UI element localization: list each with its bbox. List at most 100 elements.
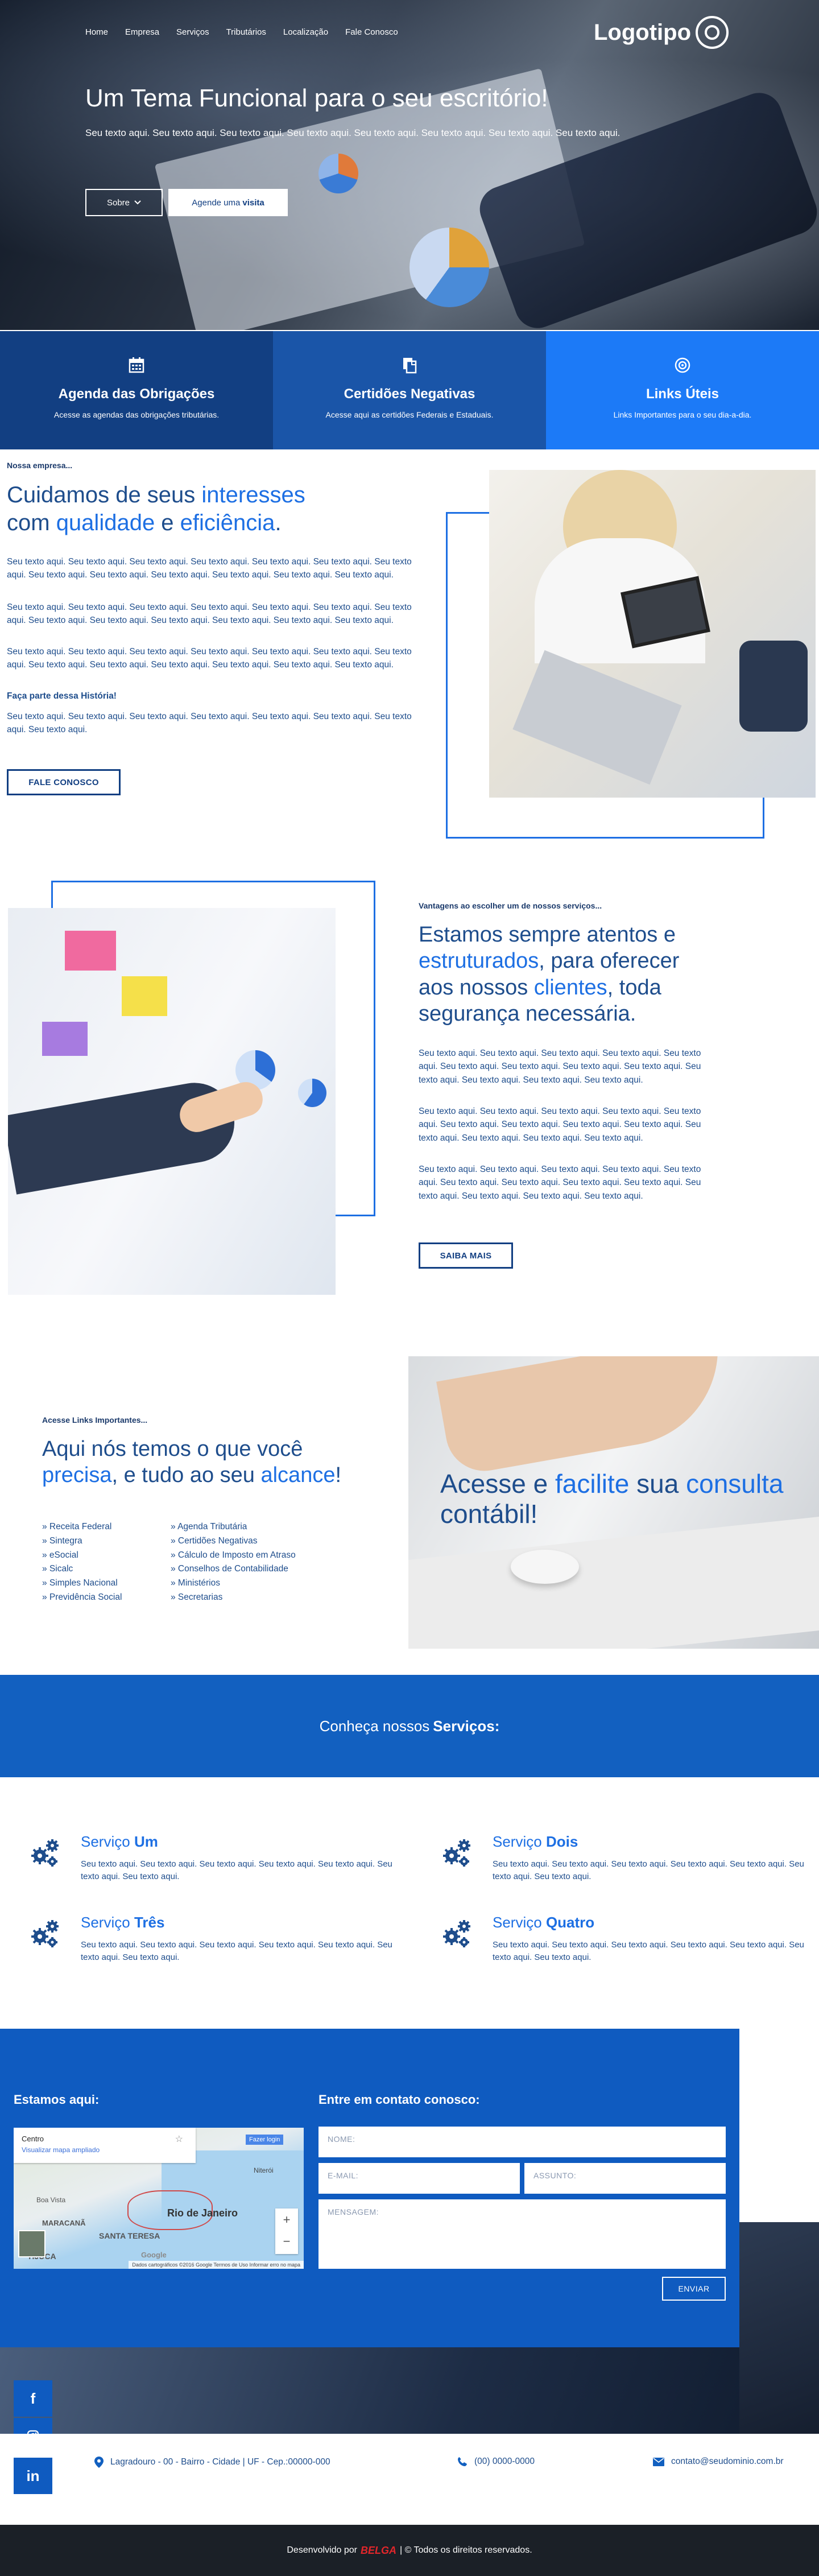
gears-icon	[443, 1839, 470, 1867]
link-agenda-tributaria[interactable]: » Agenda Tributária	[171, 1522, 247, 1531]
photo-mouse-shape	[511, 1550, 579, 1584]
saiba-mais-button[interactable]: SAIBA MAIS	[419, 1242, 513, 1269]
heading-part: Cuidamos de seus	[7, 482, 202, 507]
chevron-down-icon	[134, 200, 141, 205]
nav-servicos[interactable]: Serviços	[176, 27, 209, 37]
service-name: Um	[134, 1833, 158, 1850]
heading-part: .	[275, 510, 282, 535]
service-text: Seu texto aqui. Seu texto aqui. Seu text…	[493, 1940, 804, 1962]
subject-field[interactable]: ASSUNTO:	[524, 2163, 726, 2194]
address-text: Lagradouro - 00 - Bairro - Cidade | UF -…	[110, 2457, 330, 2467]
links-kicker: Acesse Links Importantes...	[42, 1415, 148, 1425]
footer-address: Lagradouro - 00 - Bairro - Cidade | UF -…	[94, 2457, 330, 2468]
gears-icon	[31, 1839, 59, 1867]
map-title: Estamos aqui:	[14, 2092, 100, 2107]
about-paragraph: Seu texto aqui. Seu texto aqui. Seu text…	[7, 647, 412, 670]
heading-highlight: interesses	[201, 482, 305, 507]
chart-presentation-photo	[8, 908, 336, 1295]
heading-part: , e tudo ao seu	[111, 1463, 261, 1488]
feature-links-uteis[interactable]: Links Úteis Links Importantes para o seu…	[546, 331, 819, 449]
photo-sticky-note	[122, 976, 167, 1016]
developer-brand[interactable]: BELGA	[361, 2545, 396, 2557]
link-simples-nacional[interactable]: » Simples Nacional	[42, 1578, 118, 1588]
link-esocial[interactable]: » eSocial	[42, 1550, 78, 1560]
about-paragraph: Seu texto aqui. Seu texto aqui. Seu text…	[7, 712, 412, 735]
sobre-label: Sobre	[106, 197, 130, 208]
nav-home[interactable]: Home	[85, 27, 108, 37]
hero-bg-pie-chart	[318, 154, 358, 193]
send-button[interactable]: ENVIAR	[662, 2277, 726, 2301]
nav-tributarios[interactable]: Tributários	[226, 27, 266, 37]
map-label: SANTA TERESA	[99, 2231, 160, 2240]
linkedin-icon[interactable]: in	[14, 2458, 52, 2494]
hero-bg-pie-chart	[410, 228, 489, 307]
feature-certidoes-negativas[interactable]: Certidões Negativas Acesse aqui as certi…	[273, 331, 546, 449]
service-text: Seu texto aqui. Seu texto aqui. Seu text…	[493, 1859, 804, 1881]
map-place: Centro	[22, 2135, 44, 2143]
email-link[interactable]: contato@seudominio.com.br	[671, 2457, 784, 2467]
feature-text: Links Importantes para o seu dia-a-dia.	[613, 410, 752, 419]
services-band: Conheça nossos Serviços:	[0, 1675, 819, 1777]
about-paragraph: Seu texto aqui. Seu texto aqui. Seu text…	[7, 602, 412, 626]
map-streetview-thumb[interactable]	[18, 2230, 46, 2257]
heading-part: segurança necessária.	[419, 1002, 636, 1026]
service-text: Seu texto aqui. Seu texto aqui. Seu text…	[81, 1859, 392, 1881]
link-calculo-imposto[interactable]: » Cálculo de Imposto em Atraso	[171, 1550, 296, 1560]
google-map[interactable]: Centro Visualizar mapa ampliado ☆ Fazer …	[14, 2128, 304, 2269]
feature-title: Agenda das Obrigações	[58, 386, 215, 402]
link-certidoes-negativas[interactable]: » Certidões Negativas	[171, 1536, 258, 1546]
banner-highlight: facilite	[555, 1469, 630, 1498]
service-title: Serviço Três	[81, 1914, 164, 1931]
feature-text: Acesse as agendas das obrigações tributá…	[53, 410, 220, 419]
heading-part: aos nossos	[419, 975, 534, 1000]
map-login-tag[interactable]: Fazer login	[246, 2135, 284, 2145]
star-icon[interactable]: ☆	[175, 2133, 183, 2145]
nav-empresa[interactable]: Empresa	[125, 27, 159, 37]
service-title: Serviço Um	[81, 1833, 158, 1851]
feature-title: Links Úteis	[646, 386, 719, 402]
heading-highlight: alcance	[260, 1463, 336, 1488]
sobre-dropdown-button[interactable]: Sobre	[85, 189, 163, 216]
name-field[interactable]: NOME:	[318, 2127, 726, 2157]
hero-title: Um Tema Funcional para o seu escritório!	[85, 84, 548, 112]
footer-phone: (00) 0000-0000	[457, 2457, 535, 2467]
link-conselhos-contabilidade[interactable]: » Conselhos de Contabilidade	[171, 1564, 288, 1574]
fale-conosco-button[interactable]: FALE CONOSCO	[7, 769, 121, 795]
message-field[interactable]: MENSAGEM:	[318, 2199, 726, 2269]
links-column-1: » Receita Federal » Sintegra » eSocial »…	[42, 1520, 122, 1605]
zoom-out-icon[interactable]: −	[275, 2231, 298, 2254]
nav-fale-conosco[interactable]: Fale Conosco	[345, 27, 398, 37]
logo-target-icon	[696, 16, 729, 49]
link-sintegra[interactable]: » Sintegra	[42, 1536, 82, 1546]
link-secretarias[interactable]: » Secretarias	[171, 1592, 222, 1602]
zoom-in-icon[interactable]: +	[275, 2208, 298, 2231]
service-title: Serviço Quatro	[493, 1914, 594, 1931]
nav-localizacao[interactable]: Localização	[283, 27, 328, 37]
feature-agenda-obrigacoes[interactable]: Agenda das Obrigações Acesse as agendas …	[0, 331, 273, 449]
keyboard-mouse-photo: Acesse e facilite sua consulta contábil!	[408, 1356, 819, 1649]
heading-part: , para oferecer	[539, 949, 680, 973]
link-receita-federal[interactable]: » Receita Federal	[42, 1522, 111, 1531]
agende-visita-button[interactable]: Agende uma visita	[168, 189, 288, 216]
logo[interactable]: Logotipo	[594, 16, 729, 49]
heading-part: com	[7, 510, 56, 535]
link-sicalc[interactable]: » Sicalc	[42, 1564, 73, 1574]
links-column-2: » Agenda Tributária » Certidões Negativa…	[171, 1520, 296, 1605]
about-history-title: Faça parte dessa História!	[7, 691, 117, 701]
map-google-brand: Google	[141, 2251, 167, 2259]
hero-subtitle: Seu texto aqui. Seu texto aqui. Seu text…	[85, 127, 621, 138]
advantages-kicker: Vantagens ao escolher um de nossos servi…	[419, 901, 602, 910]
facebook-icon[interactable]: f	[14, 2380, 52, 2417]
map-expand-link[interactable]: Visualizar mapa ampliado	[22, 2146, 100, 2154]
heading-highlight: clientes	[533, 975, 607, 1000]
service-title: Serviço Dois	[493, 1833, 578, 1851]
link-ministerios[interactable]: » Ministérios	[171, 1578, 220, 1588]
gears-icon	[443, 1920, 470, 1947]
envelope-icon	[653, 2457, 664, 2466]
map-info-card: Centro Visualizar mapa ampliado ☆	[14, 2128, 196, 2163]
email-field[interactable]: E-MAIL:	[318, 2163, 520, 2194]
advantages-paragraph: Seu texto aqui. Seu texto aqui. Seu text…	[419, 1165, 701, 1201]
link-previdencia-social[interactable]: » Previdência Social	[42, 1592, 122, 1602]
photo-laptop-shape	[512, 650, 682, 785]
banner-text: Acesse e facilite sua consulta contábil!	[440, 1469, 816, 1529]
